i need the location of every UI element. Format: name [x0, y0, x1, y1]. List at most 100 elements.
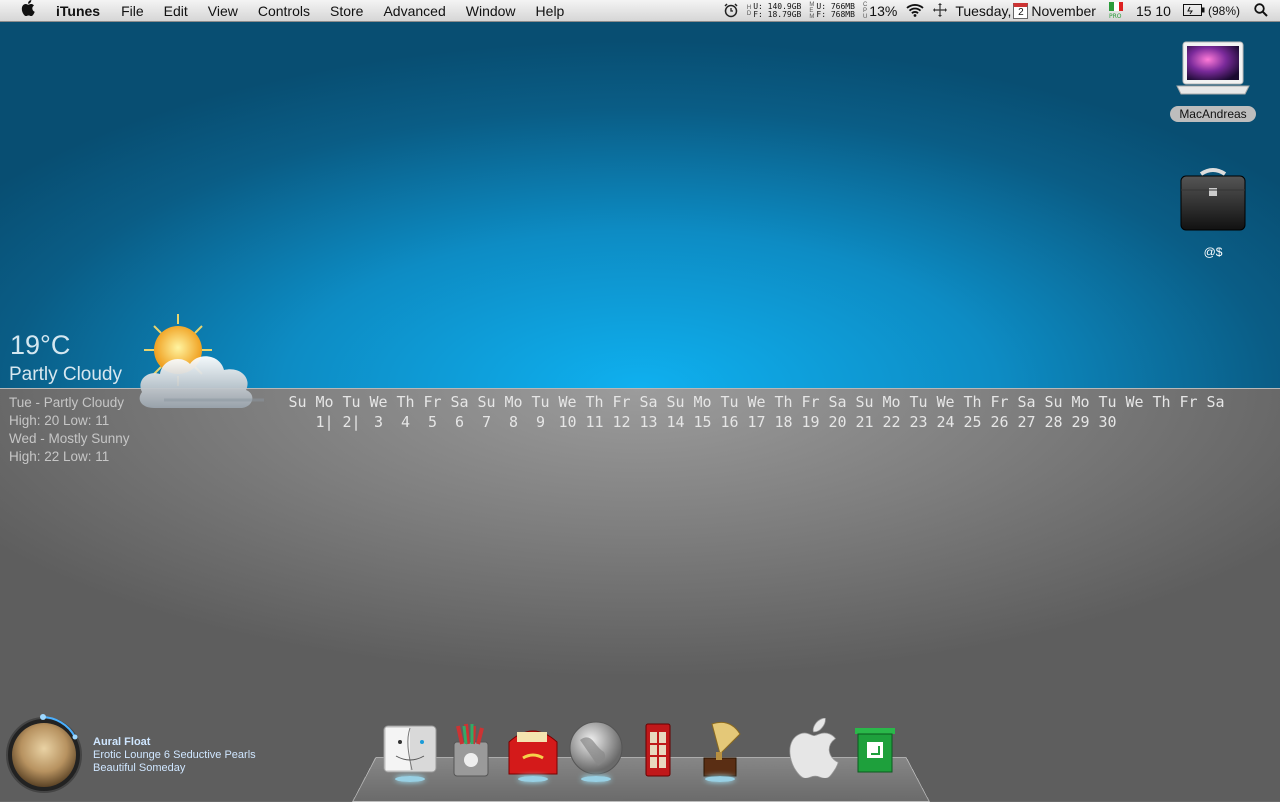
dock-item-trash[interactable] — [845, 718, 905, 782]
calendar-date: 12 — [612, 413, 631, 431]
calendar-date: 4 — [400, 413, 411, 431]
cpu-usage: 13% — [869, 3, 898, 19]
calendar-weekday: Th — [774, 393, 793, 411]
calendar-date: 10 — [558, 413, 577, 431]
calendar-weekday: Su — [855, 393, 874, 411]
calendar-weekday: We — [1125, 393, 1144, 411]
dock-item-itunes[interactable] — [690, 718, 750, 782]
calendar-weekday: Tu — [342, 393, 361, 411]
calendar-date: 21 — [855, 413, 874, 431]
menu-store[interactable]: Store — [330, 3, 363, 19]
hd-label-icon: HD — [746, 5, 752, 17]
weather-condition: Partly Cloudy — [9, 364, 122, 385]
battery-indicator[interactable]: (98%) — [1182, 3, 1240, 19]
calendar-weekday: Mo — [693, 393, 712, 411]
calendar-date: 5 — [427, 413, 438, 431]
calendar-date: 25 — [963, 413, 982, 431]
menu-file[interactable]: File — [121, 3, 144, 19]
date-day[interactable]: Tuesday, — [955, 3, 1011, 19]
calendar-date: 3 — [373, 413, 384, 431]
app-menu-itunes[interactable]: iTunes — [56, 3, 100, 19]
calendar-date: 6 — [454, 413, 465, 431]
calendar-dates: 1| 2| 3 4 5 6 7 8 9 10 11 12 13 14 15 16 17 18 19 20 21 22 23 2… — [284, 413, 1121, 431]
disk-meter[interactable]: HD U: 140.9GB F: 18.79GB — [747, 3, 802, 19]
dock-item-contacts[interactable] — [628, 718, 688, 782]
calendar-date: 20 — [828, 413, 847, 431]
mem-free: 768MB — [830, 10, 855, 19]
calendar-weekday: Mo — [504, 393, 523, 411]
calendar-date: 15 — [693, 413, 712, 431]
forecast-day-1: Tue - Partly Cloudy — [9, 395, 125, 410]
calendar-icon[interactable]: 2 — [1013, 3, 1029, 19]
dock-item-mail[interactable] — [503, 718, 563, 782]
calendar-weekday: Th — [963, 393, 982, 411]
weather-temperature: 19°C — [10, 330, 71, 360]
calendar-date: 26 — [990, 413, 1009, 431]
calendar-weekday: Sa — [828, 393, 847, 411]
calendar-weekday: Mo — [882, 393, 901, 411]
menu-help[interactable]: Help — [536, 3, 565, 19]
apple-logo-icon — [783, 717, 843, 782]
move-arrows-icon[interactable] — [933, 2, 948, 20]
desktop-icon-label: @$ — [1203, 245, 1223, 259]
calendar-weekday: Mo — [1071, 393, 1090, 411]
calendar-date: 2| — [342, 413, 361, 431]
mem-free-label: F: — [816, 10, 827, 19]
calendar-weekday: We — [369, 393, 388, 411]
spotlight-search-icon[interactable] — [1254, 2, 1268, 20]
calendar-weekday: Mo — [315, 393, 334, 411]
date-month[interactable]: November — [1031, 3, 1096, 19]
italy-flag-pro-icon[interactable]: PRO — [1108, 1, 1124, 22]
calendar-weekday: Fr — [612, 393, 631, 411]
wifi-icon[interactable] — [905, 2, 925, 21]
menu-advanced[interactable]: Advanced — [383, 3, 445, 19]
memory-meter[interactable]: MEM U: 766MB F: 768MB — [809, 2, 855, 20]
calendar-weekday: Fr — [1179, 393, 1198, 411]
menu-edit[interactable]: Edit — [164, 3, 188, 19]
desktop-icon-briefcase[interactable]: @$ — [1170, 160, 1256, 259]
dock-item-safari[interactable] — [566, 718, 626, 782]
calendar-weekday: Su — [1044, 393, 1063, 411]
calendar-weekday: Fr — [990, 393, 1009, 411]
menu-controls[interactable]: Controls — [258, 3, 310, 19]
calendar-date: 17 — [747, 413, 766, 431]
forecast-range-1: High: 20 Low: 11 — [9, 413, 110, 428]
cpu-meter[interactable]: CPU 13% — [863, 2, 897, 20]
disk-free-label: F: — [753, 10, 763, 19]
menu-window[interactable]: Window — [466, 3, 516, 19]
dock-item-applications[interactable] — [442, 718, 502, 782]
desktop-icon-macandreas[interactable]: MacAndreas — [1168, 38, 1258, 122]
calendar-weekday: Su — [477, 393, 496, 411]
menu-view[interactable]: View — [208, 3, 238, 19]
calendar-date: 28 — [1044, 413, 1063, 431]
cpu-label-icon: CPU — [862, 2, 868, 20]
calendar-weekday: Su — [288, 393, 307, 411]
status-area: HD U: 140.9GB F: 18.79GB MEM U: 766MB F:… — [715, 0, 1280, 22]
calendar-weekday: Th — [585, 393, 604, 411]
calendar-weekdays: Su Mo Tu We Th Fr Sa Su Mo Tu We Th Fr Sa Su Mo Tu We Th Fr… — [284, 393, 1229, 411]
forecast-range-2: High: 22 Low: 11 — [9, 449, 110, 464]
calendar-date: 19 — [801, 413, 820, 431]
battery-percent: (98%) — [1207, 4, 1240, 18]
apple-menu-icon[interactable] — [0, 0, 56, 21]
calendar-weekday: Tu — [909, 393, 928, 411]
dock-item-apple[interactable] — [783, 717, 843, 782]
trash-icon — [845, 728, 905, 782]
calendar-date: 30 — [1098, 413, 1117, 431]
dock-item-finder[interactable] — [380, 718, 440, 782]
calendar-weekday: Fr — [423, 393, 442, 411]
calendar-date: 13 — [639, 413, 658, 431]
pencil-cup-icon — [442, 723, 502, 782]
calendar-date: 22 — [882, 413, 901, 431]
now-playing-artist: Aural Float — [93, 736, 151, 748]
clock-time[interactable]: 15 10 — [1136, 3, 1171, 19]
calendar-date: 7 — [481, 413, 492, 431]
calendar-date: 8 — [508, 413, 519, 431]
calendar-weekday: Tu — [531, 393, 550, 411]
alarm-clock-icon[interactable] — [723, 2, 739, 21]
calendar-date: 14 — [666, 413, 685, 431]
album-art[interactable] — [3, 712, 85, 799]
calendar-date: 24 — [936, 413, 955, 431]
menu-bar: iTunes File Edit View Controls Store Adv… — [0, 0, 1280, 22]
calendar-weekday: We — [747, 393, 766, 411]
